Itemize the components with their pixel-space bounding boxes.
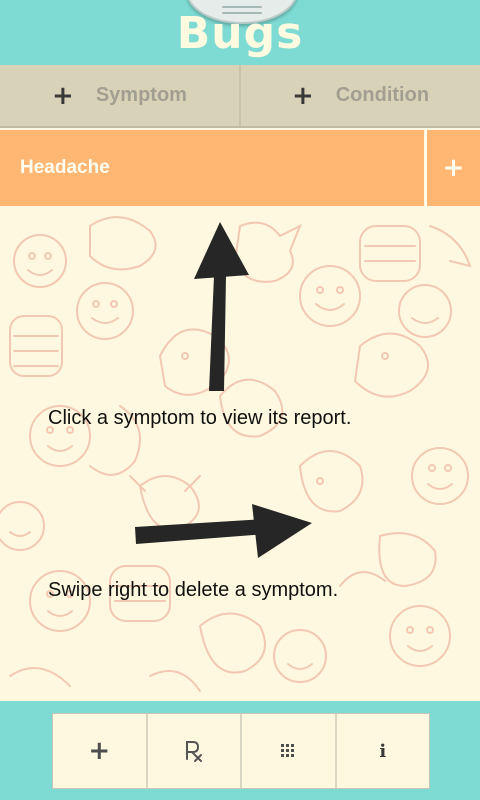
add-button[interactable]: + [53, 714, 148, 788]
footer-button-group: + i [52, 713, 430, 789]
grid-button[interactable] [242, 714, 337, 788]
plus-icon: + [88, 736, 111, 766]
plus-icon: + [52, 80, 74, 111]
add-condition-label: Condition [335, 84, 430, 106]
add-to-symptom-button[interactable]: + [427, 130, 480, 206]
app-logo: Bugs [176, 8, 304, 59]
grid-icon [281, 744, 295, 757]
add-condition-button[interactable]: + Condition [241, 65, 480, 126]
hint-view-report: Click a symptom to view its report. [48, 407, 352, 429]
hint-delete-symptom: Swipe right to delete a symptom. [48, 579, 339, 601]
add-symptom-label: Symptom [95, 84, 187, 106]
prescription-icon [185, 741, 202, 762]
add-symptom-button[interactable]: + Symptom [0, 65, 241, 126]
arrow-right-icon [135, 504, 312, 558]
app-header: Bugs [0, 0, 480, 65]
info-icon: i [379, 740, 387, 762]
symptom-name[interactable]: Headache [20, 130, 110, 206]
prescription-button[interactable] [148, 714, 242, 788]
add-tab-bar: + Symptom + Condition [0, 65, 480, 128]
plus-icon: + [291, 80, 314, 111]
symptom-row[interactable]: Headache + [0, 130, 480, 206]
footer-bar: + i [0, 701, 480, 800]
info-button[interactable]: i [337, 714, 430, 788]
tutorial-arrows [135, 222, 312, 558]
arrow-up-icon [194, 222, 249, 391]
